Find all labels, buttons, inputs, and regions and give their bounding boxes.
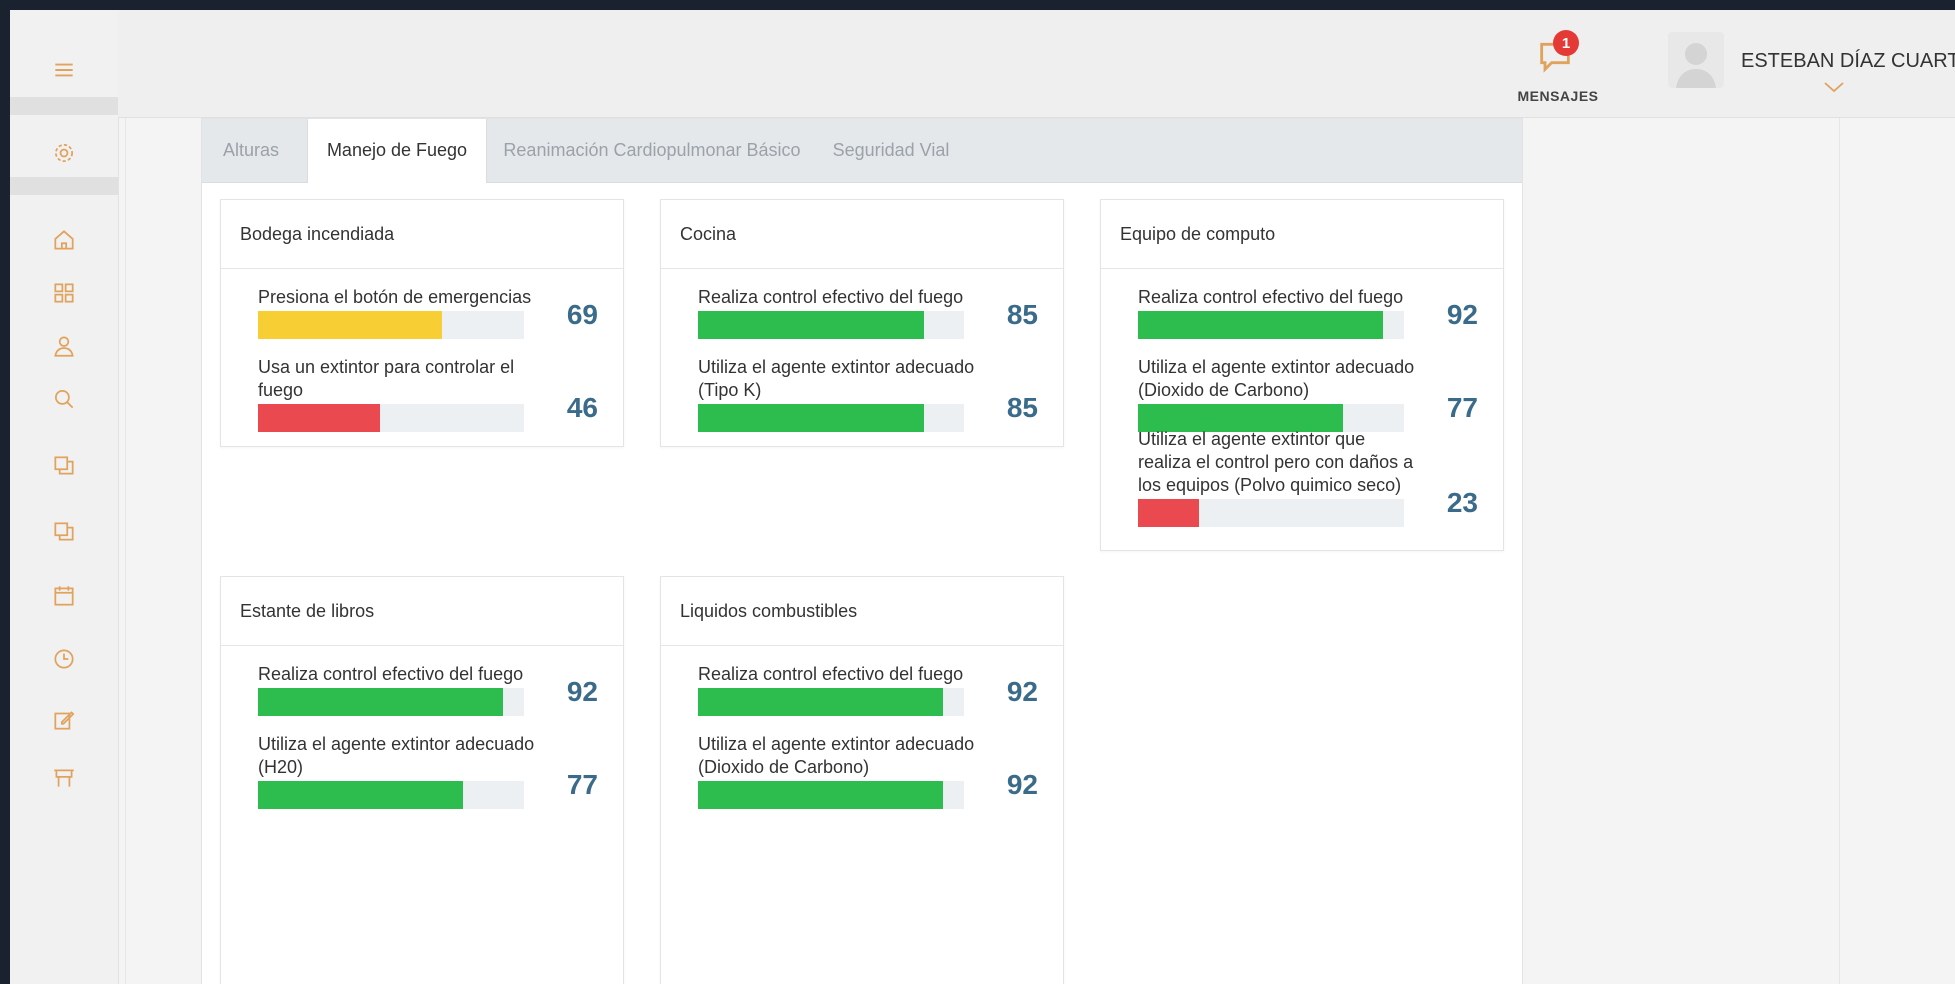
progress-fill <box>258 404 380 432</box>
progress-fill <box>698 688 943 716</box>
avatar[interactable] <box>1668 32 1724 88</box>
scenario-card: Cocina Realiza control efectivo del fuego… <box>660 199 1064 447</box>
tab-reanimacion[interactable]: Reanimación Cardiopulmonar Básico <box>502 119 802 182</box>
metric-label: Usa un extintor para controlar el fuego <box>258 357 515 400</box>
metric-value: 46 <box>566 392 598 423</box>
card-title: Estante de libros <box>221 577 623 646</box>
card-title: Bodega incendiada <box>221 200 623 269</box>
metric-label: Utiliza el agente extintor adecuado (Dio… <box>698 734 975 777</box>
metric-item: Realiza control efectivo del fuego 92 <box>698 663 1063 716</box>
progress-bar <box>1138 311 1404 339</box>
metric-item: Utiliza el agente extintor adecuado (H20… <box>258 733 623 809</box>
metric-item: Utiliza el agente extintor que realiza e… <box>1138 428 1503 527</box>
app-window: 1 MENSAJES ESTEBAN DÍAZ CUARTAS Alturas … <box>10 10 1955 984</box>
menu-icon[interactable] <box>10 46 118 94</box>
metric-item: Realiza control efectivo del fuego 85 <box>698 286 1063 339</box>
search-icon[interactable] <box>10 375 118 423</box>
progress-bar <box>258 404 524 432</box>
scenario-card: Liquidos combustibles Realiza control efe… <box>660 576 1064 984</box>
metric-value: 92 <box>1006 769 1038 800</box>
progress-fill <box>1138 311 1383 339</box>
progress-bar <box>698 688 964 716</box>
metric-item: Utiliza el agente extintor adecuado (Dio… <box>698 733 1063 809</box>
gear-icon[interactable] <box>10 129 118 177</box>
metric-item: Realiza control efectivo del fuego 92 <box>258 663 623 716</box>
card-title: Equipo de computo <box>1101 200 1503 269</box>
sidebar-separator <box>10 97 118 115</box>
progress-fill <box>258 688 503 716</box>
metric-value: 69 <box>566 299 598 330</box>
metric-label: Utiliza el agente extintor adecuado (Dio… <box>1138 357 1415 400</box>
stack-icon[interactable] <box>10 508 118 556</box>
progress-fill <box>698 781 943 809</box>
main-content: Alturas Manejo de Fuego Reanimación Card… <box>125 118 1840 984</box>
metric-label: Utiliza el agente extintor adecuado (H20… <box>258 734 535 777</box>
user-icon[interactable] <box>10 322 118 370</box>
scenario-card: Estante de libros Realiza control efectiv… <box>220 576 624 984</box>
messages-badge: 1 <box>1553 30 1579 56</box>
messages-button[interactable]: 1 MENSAJES <box>1513 30 1603 110</box>
metric-label: Presiona el botón de emergencias <box>258 287 532 307</box>
results-panel: Alturas Manejo de Fuego Reanimación Card… <box>201 118 1523 984</box>
progress-bar <box>698 781 964 809</box>
metric-label: Utiliza el agente extintor que realiza e… <box>1138 429 1414 495</box>
progress-bar <box>258 781 524 809</box>
scenario-card: Bodega incendiada Presiona el botón de em… <box>220 199 624 447</box>
user-name[interactable]: ESTEBAN DÍAZ CUARTAS <box>1741 50 1955 73</box>
progress-fill <box>1138 499 1199 527</box>
tab-seguridad-vial[interactable]: Seguridad Vial <box>822 119 960 182</box>
metric-label: Utiliza el agente extintor adecuado (Tip… <box>698 357 975 400</box>
metric-value: 85 <box>1006 392 1038 423</box>
card-title: Cocina <box>661 200 1063 269</box>
metric-value: 23 <box>1446 487 1478 518</box>
metric-value: 92 <box>566 676 598 707</box>
metric-item: Utiliza el agente extintor adecuado (Tip… <box>698 356 1063 432</box>
progress-fill <box>258 781 463 809</box>
progress-fill <box>698 311 924 339</box>
progress-fill <box>698 404 924 432</box>
metric-value: 85 <box>1006 299 1038 330</box>
progress-bar <box>258 688 524 716</box>
progress-bar <box>1138 499 1404 527</box>
tab-alturas[interactable]: Alturas <box>202 119 300 182</box>
progress-fill <box>258 311 442 339</box>
metric-label: Realiza control efectivo del fuego <box>698 287 964 307</box>
cart-icon[interactable] <box>10 754 118 802</box>
messages-label: MENSAJES <box>1517 88 1599 104</box>
tab-manejo-de-fuego[interactable]: Manejo de Fuego <box>307 119 487 183</box>
metric-item: Usa un extintor para controlar el fuego 4… <box>258 356 623 432</box>
progress-bar <box>258 311 524 339</box>
top-bar: 1 MENSAJES ESTEBAN DÍAZ CUARTAS <box>118 10 1955 118</box>
progress-bar <box>698 311 964 339</box>
metric-item: Realiza control efectivo del fuego 92 <box>1138 286 1503 339</box>
progress-bar <box>698 404 964 432</box>
home-icon[interactable] <box>10 216 118 264</box>
calendar-icon[interactable] <box>10 572 118 620</box>
grid-icon[interactable] <box>10 269 118 317</box>
metric-value: 77 <box>1446 392 1478 423</box>
chevron-down-icon[interactable] <box>1823 80 1845 94</box>
metric-label: Realiza control efectivo del fuego <box>698 664 964 684</box>
card-title: Liquidos combustibles <box>661 577 1063 646</box>
sidebar-separator <box>10 177 118 195</box>
edit-icon[interactable] <box>10 696 118 744</box>
metric-item: Utiliza el agente extintor adecuado (Dio… <box>1138 356 1503 432</box>
stack-icon[interactable] <box>10 442 118 490</box>
metric-label: Realiza control efectivo del fuego <box>258 664 524 684</box>
metric-value: 92 <box>1006 676 1038 707</box>
metric-item: Presiona el botón de emergencias 69 <box>258 286 623 339</box>
metric-value: 92 <box>1446 299 1478 330</box>
tab-bar: Alturas Manejo de Fuego Reanimación Card… <box>202 119 1522 183</box>
metric-label: Realiza control efectivo del fuego <box>1138 287 1404 307</box>
metric-value: 77 <box>566 769 598 800</box>
scenario-card: Equipo de computo Realiza control efectiv… <box>1100 199 1504 551</box>
sidebar <box>10 10 119 984</box>
clock-icon[interactable] <box>10 635 118 683</box>
